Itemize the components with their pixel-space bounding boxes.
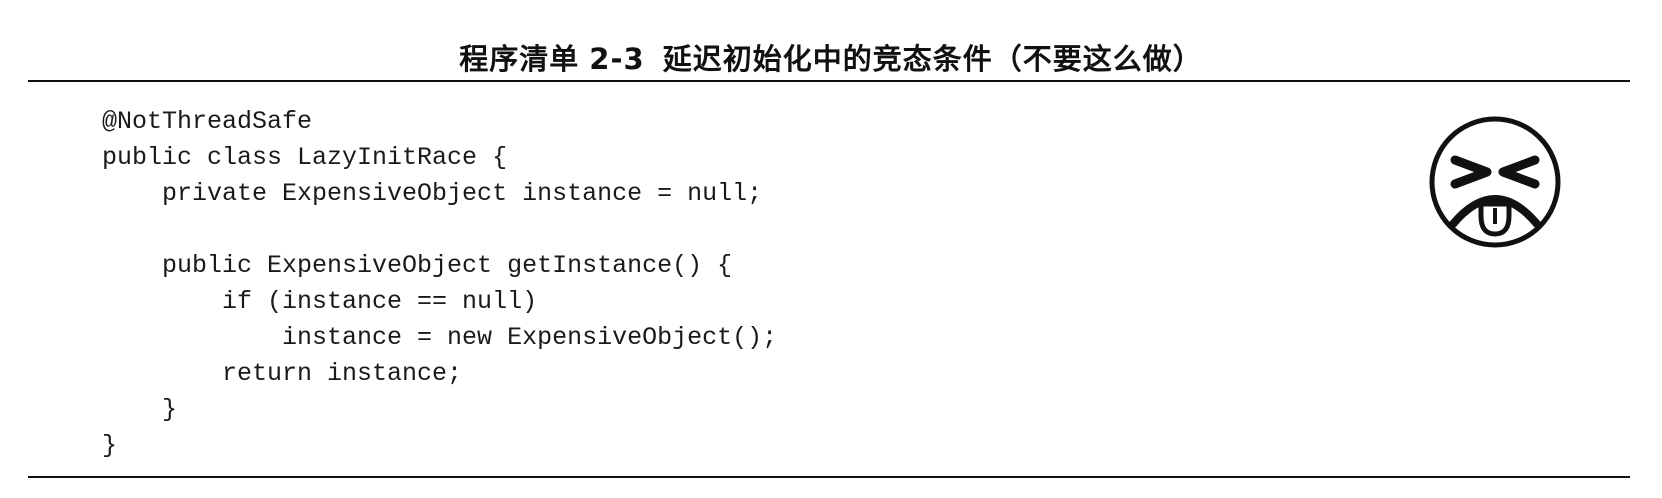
listing-caption: 程序清单 2-3 延迟初始化中的竞态条件（不要这么做）: [0, 36, 1662, 78]
listing-title: 延迟初始化中的竞态条件（不要这么做）: [662, 42, 1203, 76]
bad-practice-face-icon: [1429, 116, 1561, 248]
code-block: @NotThreadSafe public class LazyInitRace …: [102, 104, 777, 464]
code-line: private ExpensiveObject instance = null;: [102, 179, 763, 208]
top-rule: [28, 80, 1630, 82]
code-line: }: [102, 431, 118, 460]
code-line: }: [102, 395, 178, 424]
listing-page: 程序清单 2-3 延迟初始化中的竞态条件（不要这么做） @NotThreadSafe…: [0, 0, 1662, 498]
code-line: @NotThreadSafe: [102, 107, 313, 136]
code-line: if (instance == null): [102, 287, 538, 316]
listing-label: 程序清单: [459, 42, 580, 76]
code-line: public ExpensiveObject getInstance() {: [102, 251, 733, 280]
code-line: instance = new ExpensiveObject();: [102, 323, 778, 352]
code-line: public class LazyInitRace {: [102, 143, 508, 172]
bottom-rule: [28, 476, 1630, 478]
code-line: return instance;: [102, 359, 463, 388]
listing-number: 2-3: [589, 42, 645, 76]
